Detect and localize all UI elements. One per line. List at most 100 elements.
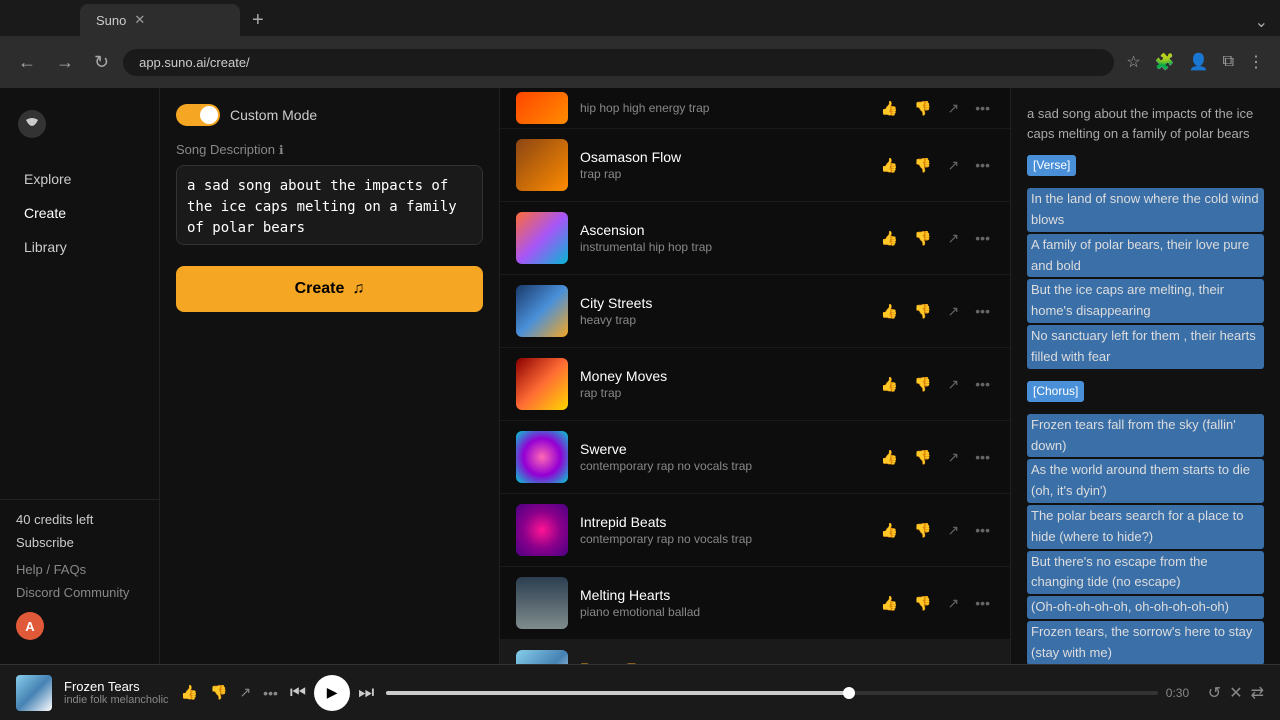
like-button[interactable]: 👍 — [877, 299, 902, 324]
list-item[interactable]: Osamason Flow trap rap 👍 👎 ↗ ••• — [500, 129, 1010, 202]
tab-title: Suno — [96, 13, 126, 28]
song-info: City Streets heavy trap — [580, 295, 865, 327]
progress-area: 0:30 — [386, 686, 1195, 700]
menu-button[interactable]: ⋮ — [1244, 48, 1268, 76]
like-button[interactable]: 👍 — [877, 96, 902, 121]
song-actions: 👍 👎 ↗ ••• — [877, 153, 994, 178]
player-close-button[interactable]: ✕ — [1229, 683, 1242, 703]
share-button[interactable]: ↗ — [944, 226, 964, 251]
more-button[interactable]: ••• — [971, 518, 994, 542]
list-item[interactable]: Frozen Tears indie folk melancholic 👍 👎 … — [500, 640, 1010, 664]
forward-button[interactable]: → — [50, 48, 80, 77]
extensions-button[interactable]: 🧩 — [1151, 48, 1179, 76]
player-share-button[interactable]: ↗ — [239, 684, 251, 701]
credits-display: 40 credits left — [16, 512, 143, 527]
like-button[interactable]: 👍 — [877, 226, 902, 251]
song-info: Intrepid Beats contemporary rap no vocal… — [580, 514, 865, 546]
list-item[interactable]: City Streets heavy trap 👍 👎 ↗ ••• — [500, 275, 1010, 348]
like-button[interactable]: 👍 — [877, 153, 902, 178]
player-loop-button[interactable]: ↺ — [1208, 683, 1221, 703]
dislike-button[interactable]: 👎 — [910, 96, 935, 121]
more-button[interactable]: ••• — [971, 96, 994, 120]
browser-toolbar: ← → ↻ ☆ 🧩 👤 ⧉ ⋮ — [0, 36, 1280, 88]
sidebar-item-library[interactable]: Library — [8, 231, 151, 263]
list-item[interactable]: hip hop high energy trap 👍 👎 ↗ ••• — [500, 88, 1010, 129]
like-button[interactable]: 👍 — [877, 518, 902, 543]
subscribe-button[interactable]: Subscribe — [16, 535, 143, 550]
player-title: Frozen Tears — [64, 679, 169, 694]
tab-close-button[interactable]: ✕ — [134, 12, 145, 28]
player-dislike-button[interactable]: 👎 — [210, 684, 227, 701]
player-prev-button[interactable]: ⏮ — [290, 682, 306, 703]
player-play-button[interactable]: ▶ — [314, 675, 350, 711]
more-button[interactable]: ••• — [971, 591, 994, 615]
dislike-button[interactable]: 👎 — [910, 226, 935, 251]
new-tab-button[interactable]: + — [240, 5, 276, 36]
dislike-button[interactable]: 👎 — [910, 591, 935, 616]
browser-tab-active[interactable]: Suno ✕ — [80, 4, 240, 36]
list-item[interactable]: Ascension instrumental hip hop trap 👍 👎 … — [500, 202, 1010, 275]
song-genre: trap rap — [580, 167, 865, 181]
progress-bar[interactable] — [386, 691, 1157, 695]
custom-mode-label: Custom Mode — [230, 107, 317, 123]
list-item[interactable]: Swerve contemporary rap no vocals trap 👍… — [500, 421, 1010, 494]
song-actions: 👍 👎 ↗ ••• — [877, 96, 994, 121]
bottom-player: Frozen Tears indie folk melancholic 👍 👎 … — [0, 664, 1280, 720]
list-item[interactable]: Melting Hearts piano emotional ballad 👍 … — [500, 567, 1010, 640]
create-button[interactable]: Create ♫ — [176, 266, 483, 312]
share-button[interactable]: ↗ — [944, 445, 964, 470]
suno-logo-icon — [16, 108, 48, 140]
player-shuffle-button[interactable]: ⇄ — [1251, 683, 1264, 703]
profile-button[interactable]: 👤 — [1185, 48, 1213, 76]
discord-link[interactable]: Discord Community — [16, 585, 143, 600]
like-button[interactable]: 👍 — [877, 372, 902, 397]
more-button[interactable]: ••• — [971, 445, 994, 469]
song-genre: instrumental hip hop trap — [580, 240, 865, 254]
list-item[interactable]: Money Moves rap trap 👍 👎 ↗ ••• — [500, 348, 1010, 421]
bookmark-button[interactable]: ☆ — [1122, 48, 1144, 76]
share-button[interactable]: ↗ — [944, 518, 964, 543]
split-view-button[interactable]: ⧉ — [1219, 48, 1238, 76]
more-button[interactable]: ••• — [971, 226, 994, 250]
like-button[interactable]: 👍 — [877, 591, 902, 616]
song-genre: piano emotional ballad — [580, 605, 865, 619]
custom-mode-toggle[interactable] — [176, 104, 220, 126]
dislike-button[interactable]: 👎 — [910, 372, 935, 397]
share-button[interactable]: ↗ — [944, 96, 964, 121]
sidebar-item-explore[interactable]: Explore — [8, 163, 151, 195]
song-description-textarea[interactable]: a sad song about the impacts of the ice … — [176, 165, 483, 245]
more-button[interactable]: ••• — [971, 299, 994, 323]
song-genre: rap trap — [580, 386, 865, 400]
back-button[interactable]: ← — [12, 48, 42, 77]
tab-expand-button[interactable]: ⌄ — [1243, 8, 1280, 36]
song-actions: 👍 👎 ↗ ••• — [877, 591, 994, 616]
refresh-button[interactable]: ↻ — [88, 48, 115, 77]
dislike-button[interactable]: 👎 — [910, 445, 935, 470]
lyrics-line: The polar bears search for a place to hi… — [1027, 505, 1264, 549]
share-button[interactable]: ↗ — [944, 591, 964, 616]
player-like-button[interactable]: 👍 — [181, 684, 198, 701]
more-button[interactable]: ••• — [971, 153, 994, 177]
more-button[interactable]: ••• — [971, 372, 994, 396]
player-next-button[interactable]: ⏭ — [358, 682, 374, 703]
library-label: Library — [24, 239, 67, 255]
sidebar-item-create[interactable]: Create — [8, 197, 151, 229]
share-button[interactable]: ↗ — [944, 372, 964, 397]
sidebar-footer: 40 credits left Subscribe Help / FAQs Di… — [0, 499, 159, 652]
address-bar[interactable] — [123, 49, 1114, 76]
share-button[interactable]: ↗ — [944, 299, 964, 324]
lyrics-panel: a sad song about the impacts of the ice … — [1010, 88, 1280, 664]
dislike-button[interactable]: 👎 — [910, 518, 935, 543]
player-more-button[interactable]: ••• — [263, 685, 278, 701]
dislike-button[interactable]: 👎 — [910, 153, 935, 178]
list-item[interactable]: Intrepid Beats contemporary rap no vocal… — [500, 494, 1010, 567]
help-link[interactable]: Help / FAQs — [16, 562, 143, 577]
like-button[interactable]: 👍 — [877, 445, 902, 470]
lyrics-description: a sad song about the impacts of the ice … — [1027, 104, 1264, 143]
share-button[interactable]: ↗ — [944, 153, 964, 178]
sidebar-nav: Explore Create Library — [0, 161, 159, 499]
toggle-knob — [200, 106, 218, 124]
avatar[interactable]: A — [16, 612, 44, 640]
lyrics-line: As the world around them starts to die (… — [1027, 459, 1264, 503]
dislike-button[interactable]: 👎 — [910, 299, 935, 324]
